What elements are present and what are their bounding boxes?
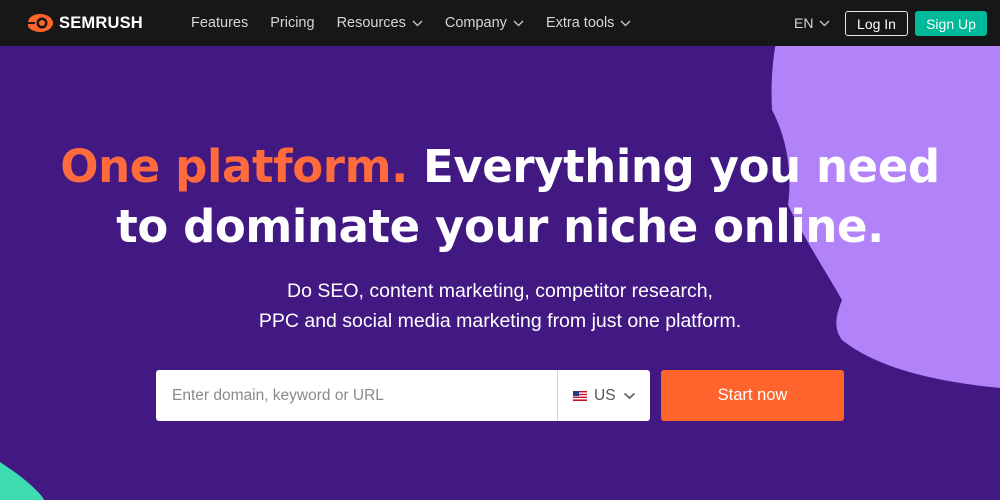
hero-title-line1: Everything you need [407,140,940,193]
chevron-down-icon [819,20,830,26]
language-selector[interactable]: EN [794,0,830,46]
chevron-down-icon [513,20,524,26]
semrush-logo[interactable]: SEMRUSH [26,12,143,34]
chevron-down-icon [623,392,635,399]
language-label: EN [794,15,814,31]
nav-extra-tools-label: Extra tools [545,15,615,31]
search-form: US [156,370,650,421]
hero-subtitle-line1: Do SEO, content marketing, competitor re… [287,280,713,302]
chevron-down-icon [620,20,631,26]
logo-wordmark: SEMRUSH [59,13,143,32]
country-label: US [594,386,616,404]
search-input[interactable] [156,370,557,421]
us-flag-icon [573,390,587,401]
signup-button[interactable]: Sign Up [915,11,987,36]
nav-resources[interactable]: Resources [337,15,423,31]
hero-title: One platform. Everything you need to dom… [0,137,1000,257]
chevron-down-icon [412,20,423,26]
hero-title-accent: One platform. [60,140,408,193]
nav-company[interactable]: Company [445,15,524,31]
country-select[interactable]: US [558,370,650,421]
start-now-button[interactable]: Start now [661,370,844,421]
semrush-flame-icon [26,14,53,32]
nav-pricing[interactable]: Pricing [270,15,314,31]
nav-pricing-label: Pricing [270,15,315,31]
nav-features[interactable]: Features [191,15,248,31]
nav-company-label: Company [444,15,507,31]
login-button[interactable]: Log In [845,11,908,36]
top-navbar: SEMRUSH Features Pricing Resources Compa… [0,0,1000,46]
main-nav: Features Pricing Resources Company Extra… [191,0,653,46]
nav-resources-label: Resources [336,15,406,31]
nav-extra-tools[interactable]: Extra tools [546,15,632,31]
teal-blob-shape [0,462,44,500]
hero-subtitle-line2: PPC and social media marketing from just… [258,310,742,332]
hero-title-line2: to dominate your niche online. [116,200,884,253]
nav-features-label: Features [191,15,249,31]
hero-subtitle: Do SEO, content marketing, competitor re… [0,276,1000,336]
